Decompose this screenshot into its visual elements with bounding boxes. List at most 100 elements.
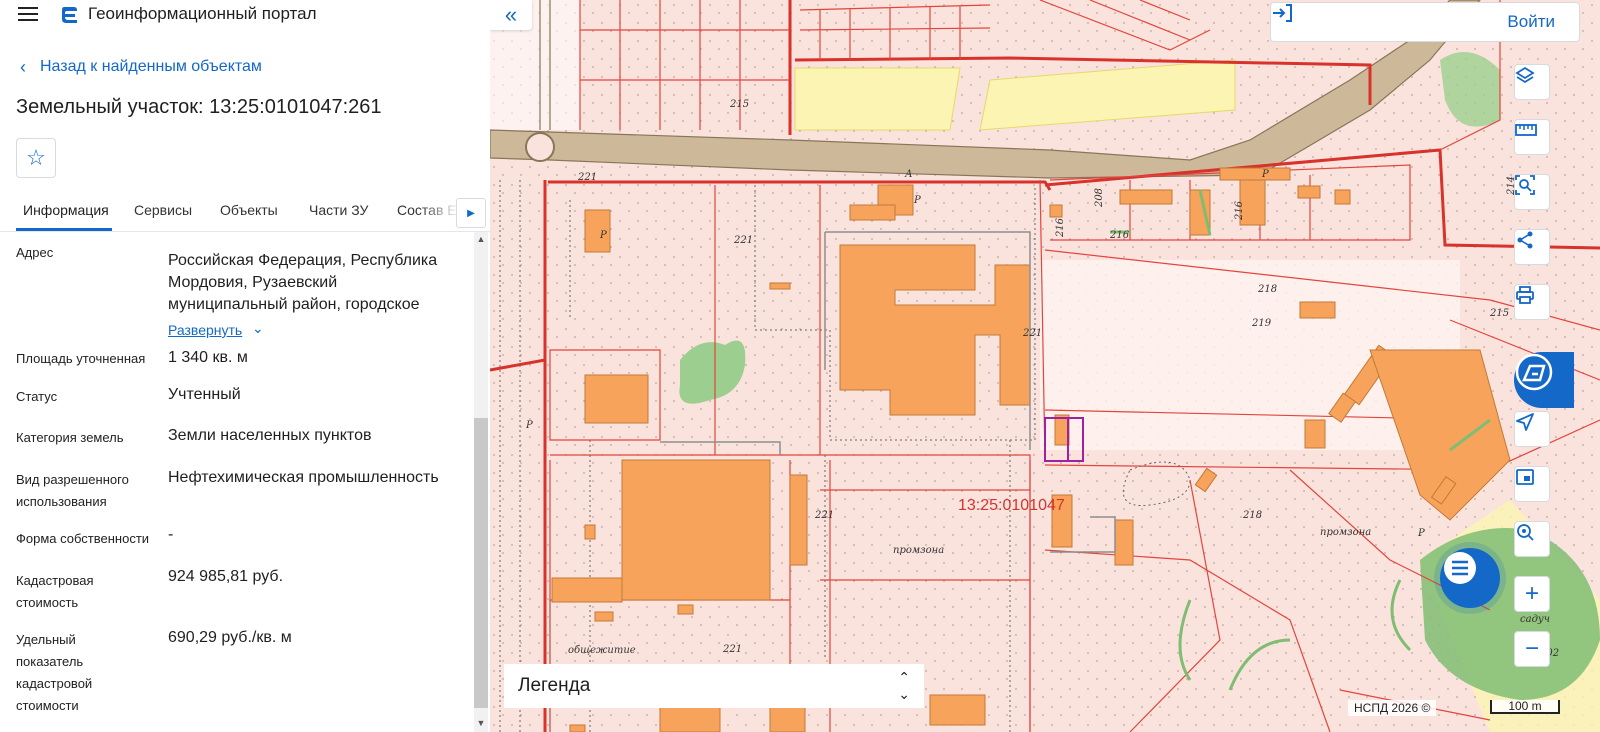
legend-label: Легенда [518,675,591,696]
map-label: 215 [730,99,750,110]
info-value: 690,29 руб./кв. м [168,629,292,646]
login-icon [1273,4,1292,22]
info-label: Форма собственности [16,531,150,546]
info-value: Российская Федерация, Республика Мордови… [168,252,438,313]
login-button[interactable]: Войти [1270,2,1580,42]
info-value: 924 985,81 руб. [168,568,284,585]
back-link[interactable]: ‹ Назад к найденным объектам [20,58,262,76]
login-label: Войти [1507,12,1555,31]
tab-fade [420,194,460,230]
parking-label: Р [600,230,607,241]
info-label: Категория земель [16,430,124,445]
print-icon [1516,286,1534,304]
double-chevron-left-icon: « [504,2,518,27]
layers-button[interactable] [1514,64,1550,100]
tab-scroll-right-button[interactable]: ▶ [456,198,486,228]
point-search-icon [1517,524,1534,541]
info-label: Статус [16,389,58,404]
info-label: Площадь уточненная [16,351,146,366]
info-label: Вид разрешенного использования [16,472,129,509]
zoom-in-button[interactable]: + [1514,576,1550,612]
chevron-left-icon: ‹ [20,57,26,77]
tab-parcel-parts[interactable]: Части ЗУ [309,202,368,218]
scroll-up-arrow[interactable]: ▲ [474,232,488,246]
map-label: 208 [1094,187,1106,208]
map-layer [490,0,1600,732]
tab-services[interactable]: Сервисы [134,202,192,218]
ruler-button[interactable] [1514,119,1550,155]
map-label: 221 [734,235,754,246]
top-bar: Геоинформационный портал [0,0,490,28]
map-label: 216 [1055,217,1067,238]
minus-icon: − [1524,635,1539,662]
chevron-down-icon[interactable]: ⌄ [252,320,264,337]
chat-button[interactable] [1440,548,1500,608]
star-icon: ☆ [26,145,46,170]
chevron-right-icon: ▶ [467,207,475,219]
navigation-arrow-icon [1516,413,1534,431]
expand-link[interactable]: Развернуть [168,322,242,338]
print-button[interactable] [1514,284,1550,320]
info-value: 1 340 кв. м [168,349,248,366]
map-label: промзона [1320,527,1372,538]
active-tab-indicator [16,228,112,231]
info-label: Кадастровая стоимость [16,573,94,610]
ruler-icon [1515,124,1537,136]
scale-bar: 100 m [1490,700,1560,714]
favorite-button[interactable]: ☆ [16,138,56,178]
cadastral-block-label: 13:25:0101047 [958,497,1065,514]
layers-icon [1515,66,1535,84]
info-row-address: Адрес Российская Федерация, Республика М… [0,242,472,342]
collapse-panel-button[interactable]: « [490,0,532,30]
app-title: Геоинформационный портал [88,4,317,23]
legend-toggle[interactable]: Легенда ⌃ ⌄ [504,664,924,708]
scroll-down-arrow[interactable]: ▼ [474,716,488,730]
zoom-out-button[interactable]: − [1514,631,1550,667]
locate-button[interactable] [1514,411,1550,447]
tab-information[interactable]: Информация [23,202,109,218]
scrollbar-thumb[interactable] [474,418,488,708]
tab-bar: Информация Сервисы Объекты Части ЗУ Сост… [0,194,490,232]
minimap-button[interactable] [1514,466,1550,502]
info-value: Учтенный [168,386,241,403]
share-icon [1517,231,1533,249]
back-link-label: Назад к найденным объектам [40,58,262,75]
info-label: Удельный показатель кадастровой стоимост… [16,632,93,713]
map-label: садуч [1520,614,1550,625]
share-button[interactable] [1514,229,1550,265]
map-label: 221 [723,644,743,655]
map-label: общежитие [568,645,636,656]
parking-label: Р [1418,528,1425,539]
map-label: 219 [1252,318,1272,329]
tab-objects[interactable]: Объекты [220,202,278,218]
info-panel: Геоинформационный портал ‹ Назад к найде… [0,0,490,732]
point-search-button[interactable] [1514,521,1550,557]
plus-icon: + [1524,580,1539,607]
map-canvas[interactable]: 215 221 221 221 221 221 216 216 216 218 … [490,0,1600,732]
map-label: 216 [1234,200,1246,221]
chat-icon [1444,552,1476,584]
map-label: 218 [1258,284,1278,295]
page-title: Земельный участок: 13:25:0101047:261 [16,96,382,118]
info-label: Адрес [16,245,54,260]
map-label: 221 [578,172,598,183]
map-label: промзона [893,545,945,556]
minimap-icon [1516,469,1534,485]
area-select-button[interactable] [1514,174,1550,210]
attribution: НСПД 2026 © [1348,700,1437,716]
parking-label: Р [914,195,921,206]
map-label: 221 [1023,328,1043,339]
area-select-icon [1515,175,1535,195]
portal-logo [62,7,77,23]
parking-label: Р [1262,169,1269,180]
map-label: 221 [815,510,835,521]
map-label: А [905,169,913,180]
info-value: Земли населенных пунктов [168,427,372,444]
map-label: 215 [1490,308,1510,319]
info-value: Нефтехимическая промышленность [168,469,439,486]
menu-icon[interactable] [18,7,38,21]
assistant-icon [1515,353,1553,391]
parking-label: Р [526,420,533,431]
assistant-button[interactable] [1514,352,1574,408]
map-label: 216 [1110,230,1130,241]
